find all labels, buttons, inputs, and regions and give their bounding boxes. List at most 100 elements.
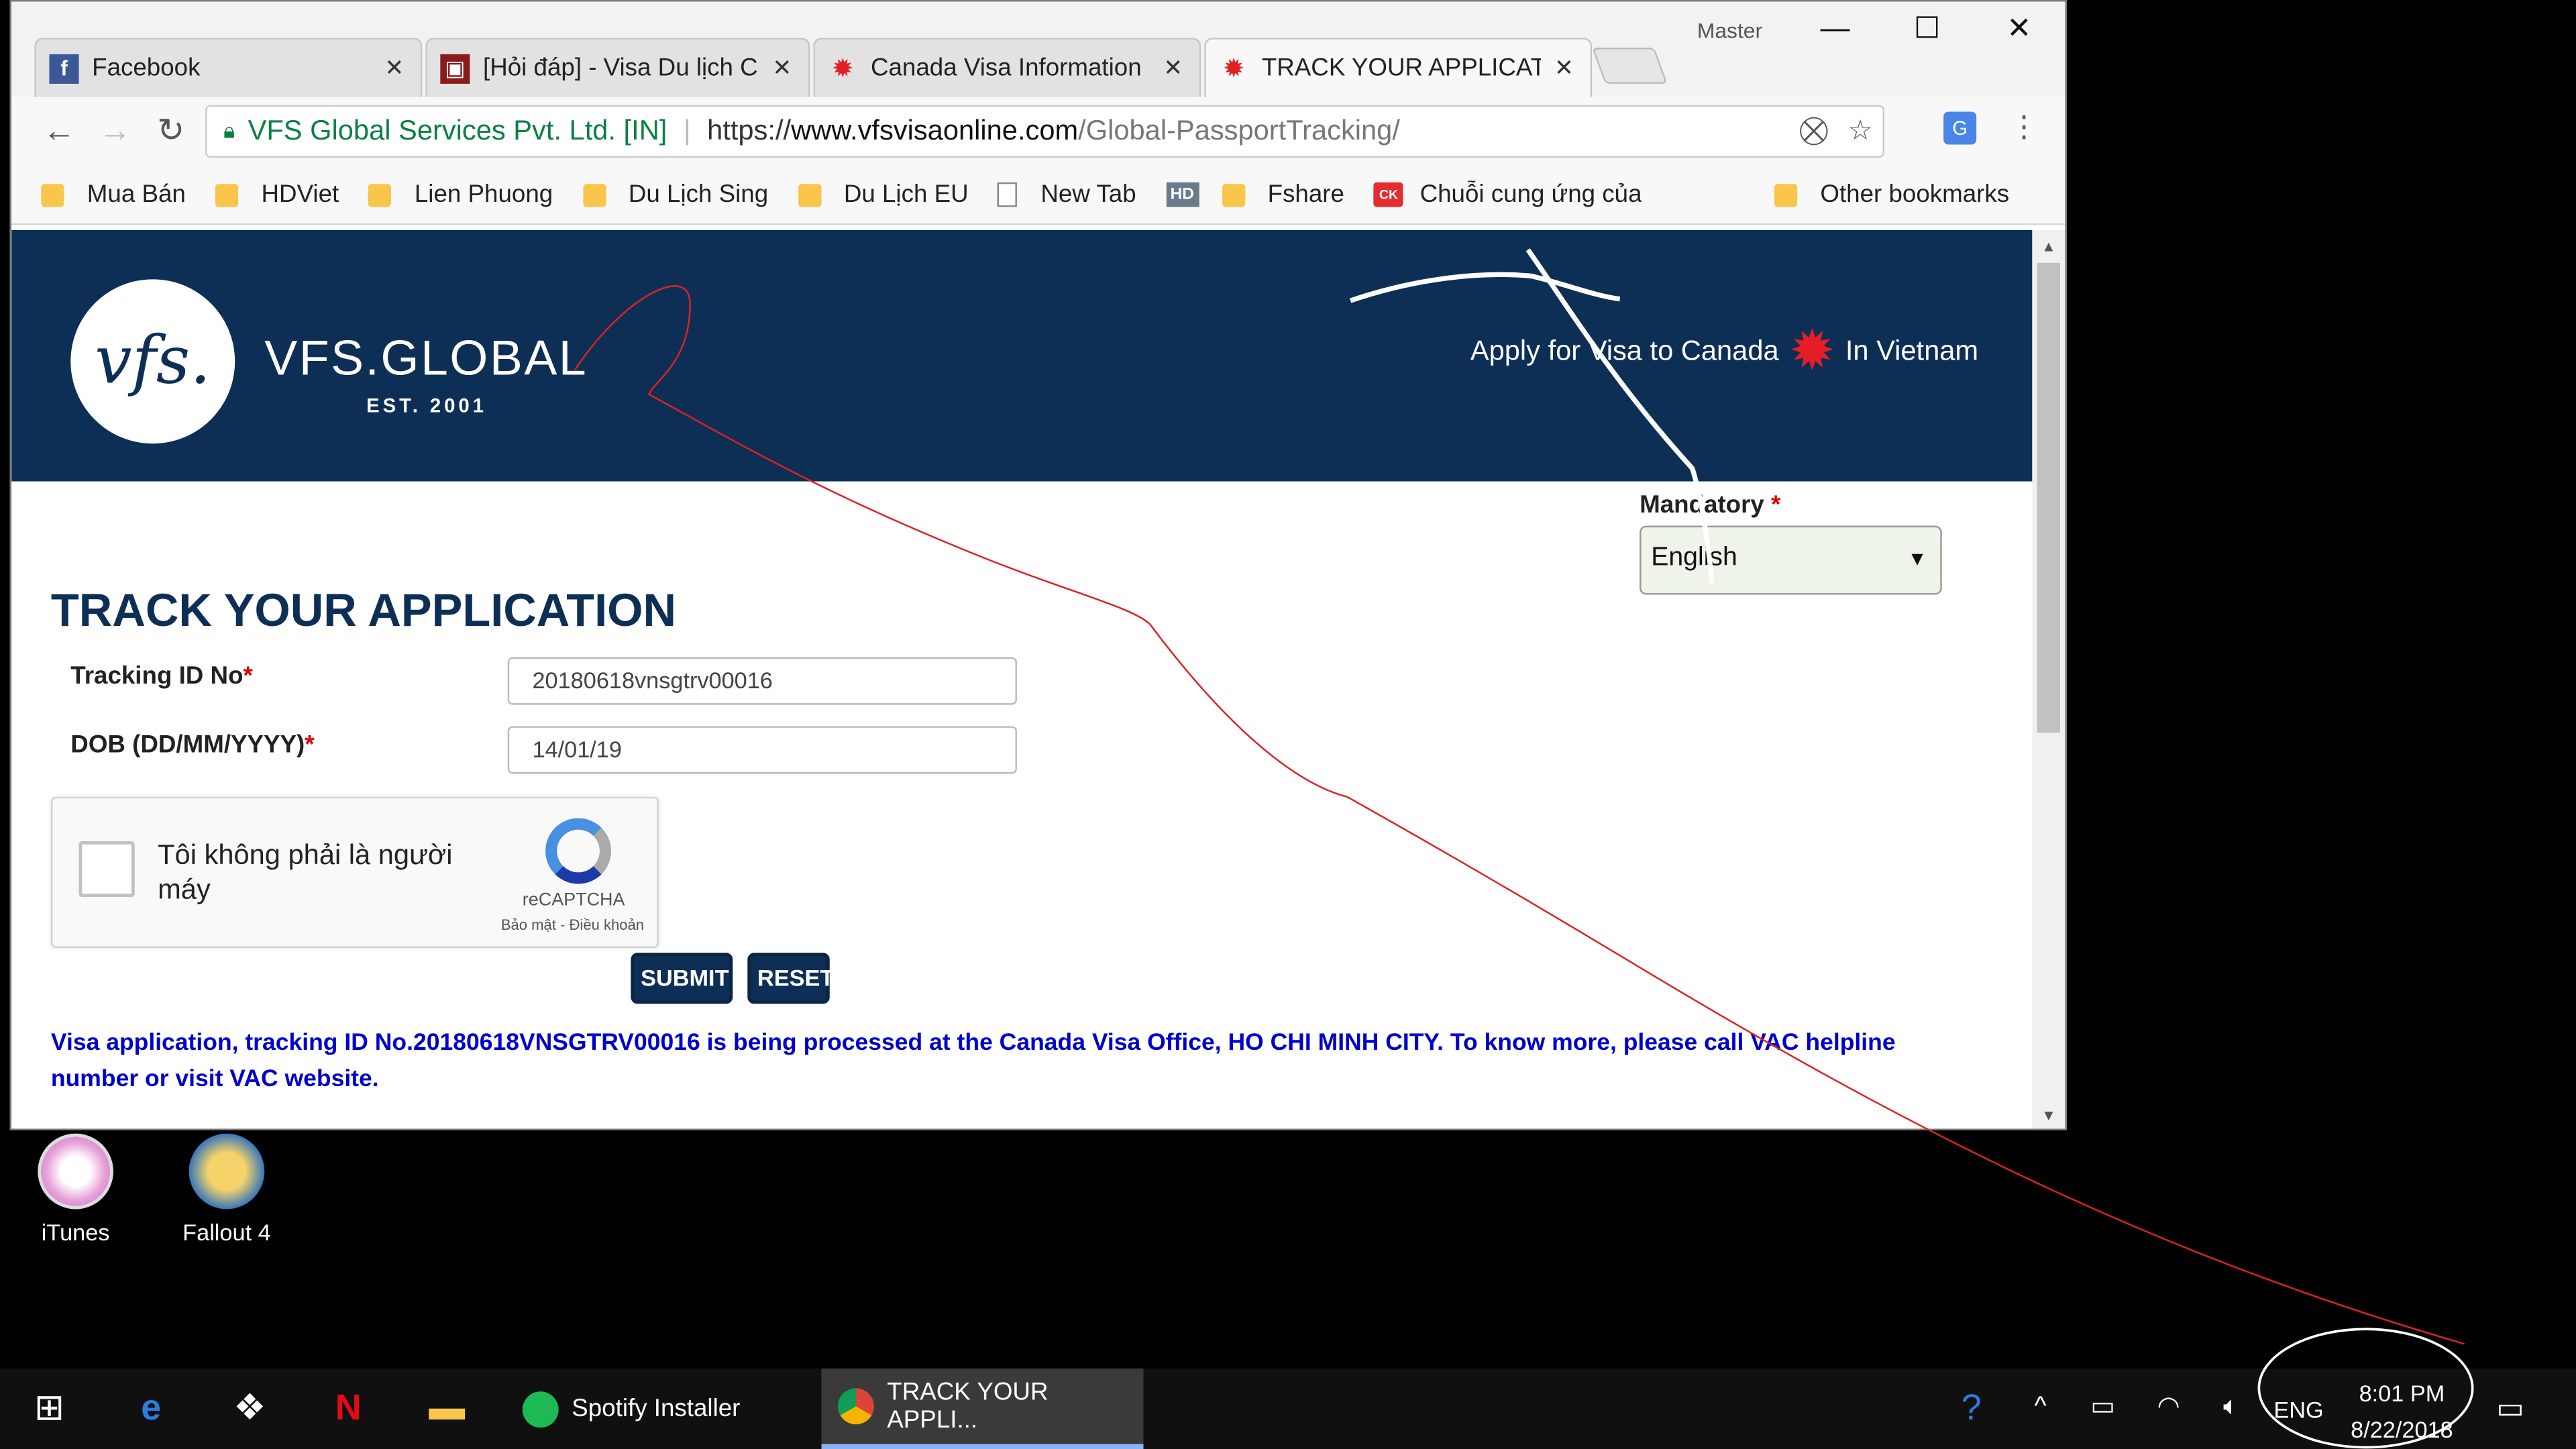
scroll-down-arrow-icon[interactable]: ▼: [2032, 1102, 2065, 1128]
taskbar-app-label: Spotify Installer: [572, 1395, 741, 1423]
taskbar: ⊞ e ❖ N ▬ Spotify Installer TRACK YOUR A…: [0, 1368, 2576, 1449]
volume-icon[interactable]: 🔈︎: [2208, 1385, 2254, 1432]
fallout-icon: [189, 1133, 265, 1210]
tab-title: Canada Visa Information: [870, 54, 1142, 83]
clock-date: 8/22/2018: [2351, 1416, 2453, 1443]
reset-button[interactable]: RESET: [747, 953, 834, 1004]
bookmark-star-icon[interactable]: ☆: [1848, 115, 1873, 148]
folder-icon: [1222, 183, 1245, 207]
maximize-button[interactable]: ☐: [1894, 11, 1960, 51]
bookmark-item[interactable]: HD Fshare: [1165, 180, 1344, 209]
new-tab-button[interactable]: [1592, 48, 1668, 84]
profile-name[interactable]: Master: [1697, 18, 1762, 43]
apply-text: Apply for Visa to Canada: [1470, 335, 1779, 367]
bookmark-item[interactable]: Lien Phuong: [368, 180, 553, 209]
desktop-icon-label: iTunes: [41, 1219, 110, 1246]
desktop-icon-itunes[interactable]: iTunes: [10, 1133, 142, 1246]
dob-input[interactable]: 14/01/19: [507, 726, 1017, 774]
dob-label: DOB (DD/MM/YYYY)*: [70, 731, 315, 759]
battery-icon[interactable]: ▭: [2080, 1385, 2126, 1432]
taskbar-app-spotify[interactable]: Spotify Installer: [506, 1368, 812, 1449]
close-tab-icon[interactable]: ✕: [1160, 54, 1186, 83]
page-scrollbar[interactable]: ▲ ▼: [2032, 229, 2065, 1129]
browser-toolbar: ← → ↻ 🔒︎ VFS Global Services Pvt. Ltd. […: [11, 97, 2065, 166]
tab-canada-visa-info[interactable]: ✹ Canada Visa Information ✕: [813, 38, 1201, 97]
bookmark-item[interactable]: CK Chuỗi cung ứng của: [1374, 180, 1642, 209]
bookmark-item[interactable]: Du Lịch Sing: [582, 180, 768, 209]
maple-leaf-icon: ✹: [1788, 320, 1836, 383]
blocked-content-icon[interactable]: ⛒: [1800, 115, 1828, 148]
minimize-button[interactable]: —: [1803, 11, 1868, 51]
action-center-icon[interactable]: ▭: [2487, 1385, 2534, 1432]
recaptcha-checkbox[interactable]: [78, 841, 135, 898]
lock-icon: 🔒︎: [223, 118, 235, 144]
url-text: https://www.vfsvisaonline.com/Global-Pas…: [707, 115, 1400, 146]
taskbar-app-label: TRACK YOUR APPLI...: [887, 1378, 1049, 1434]
reload-button[interactable]: ↻: [150, 110, 193, 153]
site-organization: VFS Global Services Pvt. Ltd. [IN]: [248, 115, 667, 146]
help-icon[interactable]: ?: [1949, 1385, 1995, 1432]
bookmark-item[interactable]: New Tab: [998, 180, 1136, 209]
folder-icon: [798, 183, 821, 207]
site-header: vfs. VFS.GLOBAL EST. 2001 Apply for Visa…: [11, 229, 2033, 482]
tracking-id-label: Tracking ID No*: [70, 661, 253, 690]
edge-icon[interactable]: e: [128, 1385, 174, 1432]
address-bar[interactable]: 🔒︎ VFS Global Services Pvt. Ltd. [IN] | …: [205, 105, 1885, 158]
tab-forum[interactable]: ▣ [Hỏi đáp] - Visa Du lịch C ✕: [425, 38, 810, 97]
start-windows-icon[interactable]: ⊞: [26, 1385, 72, 1432]
spotify-icon: [522, 1391, 559, 1427]
language-select[interactable]: English ▼: [1640, 525, 1942, 595]
language-selected: English: [1651, 543, 1737, 572]
maple-leaf-icon: ✹: [1222, 55, 1245, 83]
web-page: vfs. VFS.GLOBAL EST. 2001 Apply for Visa…: [11, 229, 2033, 1129]
apply-country: In Vietnam: [1845, 335, 1979, 367]
other-bookmarks[interactable]: Other bookmarks: [1774, 180, 2009, 209]
scroll-thumb[interactable]: [2037, 262, 2061, 733]
dropbox-icon[interactable]: ❖: [227, 1385, 273, 1432]
tab-facebook[interactable]: f Facebook ✕: [34, 38, 423, 97]
folder-icon: [215, 183, 239, 207]
taskbar-app-chrome[interactable]: TRACK YOUR APPLI...: [821, 1368, 1144, 1449]
folder-icon: [41, 183, 64, 207]
bookmark-item[interactable]: HDViet: [215, 180, 339, 209]
recaptcha-widget: Tôi không phải là người máy reCAPTCHA Bả…: [50, 796, 659, 949]
tab-strip: f Facebook ✕ ▣ [Hỏi đáp] - Visa Du lịch …: [11, 1, 2065, 97]
desktop-icon-label: Fallout 4: [182, 1219, 271, 1246]
recaptcha-terms-link[interactable]: Bảo mật - Điều khoản: [480, 917, 644, 933]
browser-menu-button[interactable]: ⋮: [2009, 110, 2039, 144]
folder-icon: [1774, 183, 1798, 207]
chrome-icon: [837, 1388, 874, 1425]
tab-title: [Hỏi đáp] - Visa Du lịch C: [483, 54, 758, 83]
close-tab-icon[interactable]: ✕: [381, 54, 407, 83]
vfs-logo-mark[interactable]: vfs.: [70, 279, 235, 444]
input-language[interactable]: ENG: [2273, 1368, 2323, 1449]
bookmark-item[interactable]: Du Lịch EU: [798, 180, 969, 209]
close-tab-icon[interactable]: ✕: [769, 54, 795, 83]
itunes-icon: [38, 1133, 113, 1210]
forward-button[interactable]: →: [94, 110, 137, 153]
hd-icon: HD: [1165, 182, 1199, 207]
back-button[interactable]: ←: [38, 110, 80, 153]
close-tab-icon[interactable]: ✕: [1551, 54, 1577, 83]
facebook-icon: f: [49, 53, 79, 83]
close-window-button[interactable]: ✕: [1986, 11, 2052, 51]
submit-button[interactable]: SUBMIT: [631, 953, 733, 1004]
show-hidden-icons-icon[interactable]: ^: [2017, 1385, 2063, 1432]
translate-extension-icon[interactable]: G: [1943, 111, 1977, 145]
bookmark-item[interactable]: Mua Bán: [41, 180, 186, 209]
desktop-icon-fallout[interactable]: Fallout 4: [161, 1133, 292, 1246]
tracking-id-input[interactable]: 20180618vnsgtrv00016: [507, 657, 1017, 705]
vfs-logo-est: EST. 2001: [366, 394, 487, 418]
netflix-icon[interactable]: N: [325, 1385, 372, 1432]
dropdown-arrow-icon: ▼: [1907, 547, 1927, 570]
page-title: TRACK YOUR APPLICATION: [50, 584, 677, 636]
taskbar-clock[interactable]: 8:01 PM 8/22/2018: [2343, 1375, 2461, 1448]
wifi-icon[interactable]: ◠: [2145, 1385, 2192, 1432]
status-message: Visa application, tracking ID No.2018061…: [50, 1030, 1896, 1093]
file-explorer-icon[interactable]: ▬: [424, 1385, 470, 1432]
scroll-up-arrow-icon[interactable]: ▲: [2032, 233, 2065, 260]
maple-leaf-icon: ✹: [831, 55, 854, 83]
folder-icon: [368, 183, 392, 207]
bookmarks-bar: Mua Bán HDViet Lien Phuong Du Lịch Sing …: [11, 166, 2065, 225]
tab-track-application[interactable]: ✹ TRACK YOUR APPLICATIC ✕: [1204, 38, 1593, 97]
